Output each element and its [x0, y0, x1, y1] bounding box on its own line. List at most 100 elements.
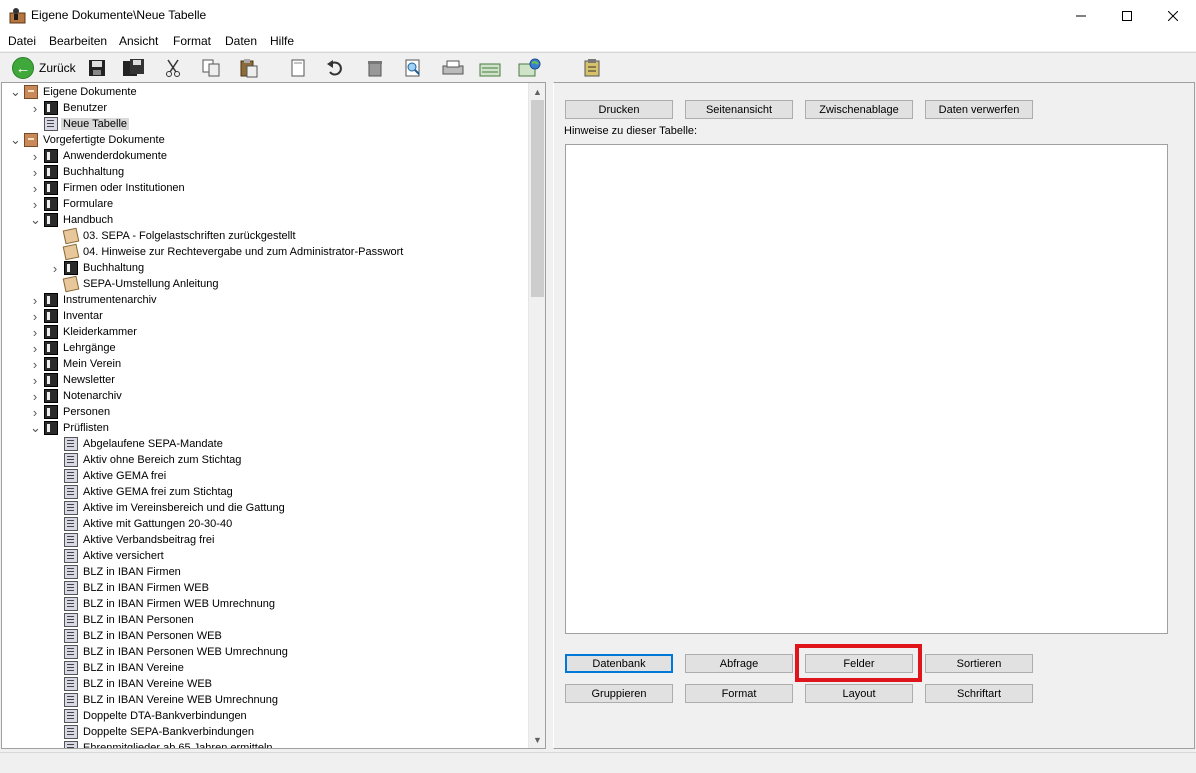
tree-item[interactable]: › Firmen oder Institutionen	[30, 180, 187, 196]
tools-button[interactable]	[582, 56, 602, 80]
menu-daten[interactable]: Daten	[225, 34, 257, 48]
menu-format[interactable]: Format	[173, 34, 211, 48]
tree-item[interactable]: › Benutzer	[30, 100, 109, 116]
tree-item[interactable]: › Newsletter	[30, 372, 117, 388]
tree-item[interactable]: BLZ in IBAN Personen	[50, 612, 196, 628]
collapsed-chevron-icon[interactable]: ›	[30, 325, 40, 340]
new-page-button[interactable]	[288, 56, 308, 80]
tree-item[interactable]: ⌄ Eigene Dokumente	[10, 84, 139, 100]
tree-item[interactable]: 04. Hinweise zur Rechtevergabe und zum A…	[50, 243, 405, 261]
preview-button[interactable]	[403, 56, 423, 80]
collapsed-chevron-icon[interactable]: ›	[30, 197, 40, 212]
gruppieren-button[interactable]: Gruppieren	[565, 684, 673, 703]
tree-item[interactable]: ⌄ Prüflisten	[30, 420, 111, 436]
save-button[interactable]	[87, 56, 107, 80]
collapsed-chevron-icon[interactable]: ›	[50, 261, 60, 276]
tree-item[interactable]: › Anwenderdokumente	[30, 148, 169, 164]
tree-item[interactable]: BLZ in IBAN Vereine WEB	[50, 676, 214, 692]
tree-item[interactable]: › Instrumentenarchiv	[30, 292, 159, 308]
tree-item[interactable]: 03. SEPA - Folgelastschriften zurückgest…	[50, 227, 298, 245]
back-button[interactable]: ← Zurück	[12, 56, 76, 80]
sortieren-button[interactable]: Sortieren	[925, 654, 1033, 673]
collapsed-chevron-icon[interactable]: ›	[30, 165, 40, 180]
tree-item[interactable]: Aktiv ohne Bereich zum Stichtag	[50, 452, 243, 468]
paste-button[interactable]	[239, 56, 259, 80]
web-export-button[interactable]	[517, 56, 541, 80]
schriftart-button[interactable]: Schriftart	[925, 684, 1033, 703]
tree-item[interactable]: › Kleiderkammer	[30, 324, 139, 340]
tree-item[interactable]: Aktive mit Gattungen 20-30-40	[50, 516, 234, 532]
scroll-up-icon[interactable]: ▲	[529, 83, 545, 100]
tree-item[interactable]: › Mein Verein	[30, 356, 123, 372]
maximize-button[interactable]	[1104, 0, 1150, 31]
tree-item[interactable]: Doppelte SEPA-Bankverbindungen	[50, 724, 256, 740]
collapsed-chevron-icon[interactable]: ›	[30, 149, 40, 164]
tree-item[interactable]: › Buchhaltung	[30, 164, 126, 180]
tree-scroll-thumb[interactable]	[531, 100, 544, 297]
menu-ansicht[interactable]: Ansicht	[119, 34, 158, 48]
document-tree[interactable]: ⌄ Eigene Dokumente › Benutzer Neue Tabelle ⌄ V…	[1, 82, 546, 749]
tree-item[interactable]: › Personen	[30, 404, 112, 420]
tree-item[interactable]: SEPA-Umstellung Anleitung	[50, 275, 221, 293]
tree-item[interactable]: › Notenarchiv	[30, 388, 124, 404]
tree-item[interactable]: ⌄ Handbuch	[30, 212, 115, 228]
collapsed-chevron-icon[interactable]: ›	[30, 293, 40, 308]
tree-item[interactable]: › Buchhaltung	[50, 260, 146, 276]
tree-item[interactable]: Doppelte DTA-Bankverbindungen	[50, 708, 249, 724]
close-button[interactable]	[1150, 0, 1196, 31]
splitter[interactable]	[548, 82, 552, 749]
export-button[interactable]	[478, 56, 502, 80]
tree-item[interactable]: BLZ in IBAN Personen WEB Umrechnung	[50, 644, 290, 660]
collapsed-chevron-icon[interactable]: ›	[30, 101, 40, 116]
drucken-button[interactable]: Drucken	[565, 100, 673, 119]
copy-button[interactable]	[201, 56, 221, 80]
collapsed-chevron-icon[interactable]: ›	[30, 309, 40, 324]
layout-button[interactable]: Layout	[805, 684, 913, 703]
format-button[interactable]: Format	[685, 684, 793, 703]
expanded-chevron-icon[interactable]: ⌄	[30, 212, 41, 228]
collapsed-chevron-icon[interactable]: ›	[30, 357, 40, 372]
tree-item[interactable]: Aktive versichert	[50, 548, 166, 564]
cut-button[interactable]	[163, 56, 183, 80]
zwischenablage-button[interactable]: Zwischenablage	[805, 100, 913, 119]
tree-item[interactable]: Abgelaufene SEPA-Mandate	[50, 436, 225, 452]
tree-item[interactable]: BLZ in IBAN Vereine WEB Umrechnung	[50, 692, 280, 708]
tree-item[interactable]: BLZ in IBAN Firmen WEB	[50, 580, 211, 596]
tree-item[interactable]: › Inventar	[30, 308, 105, 324]
save-all-button[interactable]	[122, 56, 146, 80]
expanded-chevron-icon[interactable]: ⌄	[10, 84, 21, 100]
collapsed-chevron-icon[interactable]: ›	[30, 341, 40, 356]
tree-item[interactable]: BLZ in IBAN Firmen	[50, 564, 183, 580]
collapsed-chevron-icon[interactable]: ›	[30, 389, 40, 404]
tree-item[interactable]: Ehrenmitglieder ab 65 Jahren ermitteln	[50, 740, 275, 748]
tree-item[interactable]: Aktive GEMA frei	[50, 468, 168, 484]
tree-item[interactable]: Aktive GEMA frei zum Stichtag	[50, 484, 235, 500]
seitenansicht-button[interactable]: Seitenansicht	[685, 100, 793, 119]
tree-item[interactable]: › Formulare	[30, 196, 115, 212]
abfrage-button[interactable]: Abfrage	[685, 654, 793, 673]
expanded-chevron-icon[interactable]: ⌄	[10, 132, 21, 148]
scroll-down-icon[interactable]: ▼	[529, 731, 545, 748]
tree-item[interactable]: BLZ in IBAN Firmen WEB Umrechnung	[50, 596, 277, 612]
tree-scrollbar[interactable]: ▲ ▼	[528, 83, 545, 748]
daten-verwerfen-button[interactable]: Daten verwerfen	[925, 100, 1033, 119]
datenbank-button[interactable]: Datenbank	[565, 654, 673, 673]
menu-hilfe[interactable]: Hilfe	[270, 34, 294, 48]
minimize-button[interactable]	[1058, 0, 1104, 31]
print-button[interactable]	[442, 56, 464, 80]
tree-item[interactable]: Neue Tabelle	[30, 116, 130, 132]
collapsed-chevron-icon[interactable]: ›	[30, 373, 40, 388]
tree-item[interactable]: BLZ in IBAN Personen WEB	[50, 628, 224, 644]
collapsed-chevron-icon[interactable]: ›	[30, 181, 40, 196]
delete-button[interactable]	[365, 56, 385, 80]
tree-item[interactable]: ⌄ Vorgefertigte Dokumente	[10, 132, 167, 148]
menu-datei[interactable]: Datei	[8, 34, 36, 48]
menu-bearbeiten[interactable]: Bearbeiten	[49, 34, 107, 48]
expanded-chevron-icon[interactable]: ⌄	[30, 420, 41, 436]
tree-item[interactable]: BLZ in IBAN Vereine	[50, 660, 186, 676]
tree-item[interactable]: › Lehrgänge	[30, 340, 118, 356]
collapsed-chevron-icon[interactable]: ›	[30, 405, 40, 420]
tree-item[interactable]: Aktive Verbandsbeitrag frei	[50, 532, 216, 548]
undo-button[interactable]	[325, 56, 345, 80]
hint-textarea[interactable]	[565, 144, 1168, 634]
